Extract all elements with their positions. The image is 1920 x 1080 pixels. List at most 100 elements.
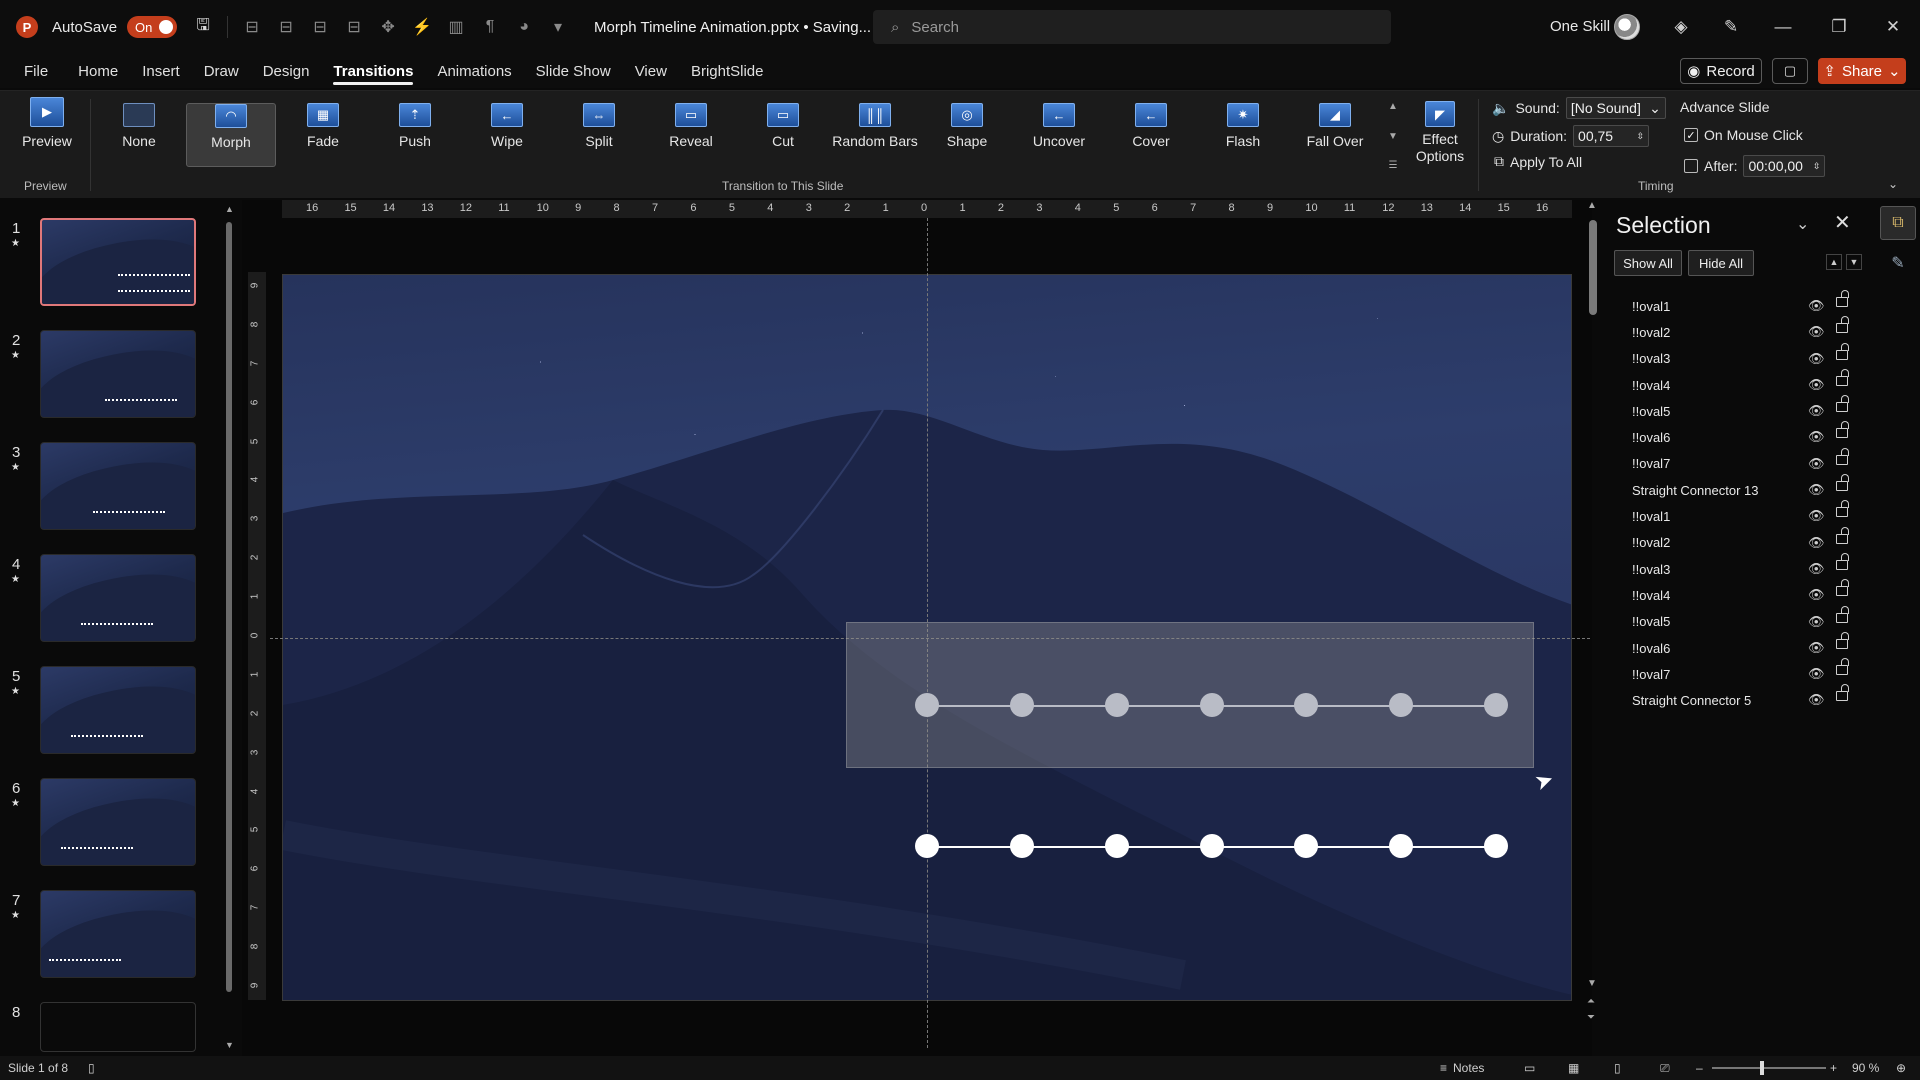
selected-timeline-dot[interactable] xyxy=(1199,693,1224,717)
tab-animations[interactable]: Animations xyxy=(437,54,511,88)
distribute-icon[interactable]: ⊟ xyxy=(344,17,364,37)
scrollbar-thumb[interactable] xyxy=(1589,220,1597,315)
lock-icon[interactable] xyxy=(1836,316,1849,334)
lock-icon[interactable] xyxy=(1836,290,1849,307)
lock-icon[interactable] xyxy=(1836,605,1849,623)
show-all-button[interactable]: Show All xyxy=(1614,250,1682,276)
selection-item[interactable]: !!oval3 👁 xyxy=(1632,342,1862,372)
slide-preview[interactable] xyxy=(40,778,196,866)
tab-draw[interactable]: Draw xyxy=(204,54,239,88)
slide-thumbnail-3[interactable]: 3 ★ xyxy=(0,442,220,542)
transition-flash[interactable]: ✷ Flash xyxy=(1198,103,1288,167)
selection-item[interactable]: !!oval3 👁 xyxy=(1632,552,1862,582)
visibility-eye-icon[interactable]: 👁 xyxy=(1808,482,1825,498)
save-icon[interactable]: 🖫 xyxy=(193,17,213,37)
selected-timeline-dot[interactable] xyxy=(1389,693,1414,717)
slide-preview[interactable] xyxy=(40,330,196,418)
scroll-up-icon[interactable]: ▲ xyxy=(225,204,234,214)
zoom-slider-thumb[interactable] xyxy=(1760,1061,1764,1075)
visibility-eye-icon[interactable]: 👁 xyxy=(1808,298,1825,314)
lock-icon[interactable] xyxy=(1836,395,1849,413)
visibility-eye-icon[interactable]: 👁 xyxy=(1808,561,1825,577)
tab-slide-show[interactable]: Slide Show xyxy=(536,54,611,88)
selection-item[interactable]: !!oval2 👁 xyxy=(1632,526,1862,556)
normal-view-icon[interactable]: ▭ xyxy=(1524,1061,1535,1075)
chevron-down-icon[interactable]: ▼ xyxy=(1388,131,1398,142)
transition-random-bars[interactable]: ║║ Random Bars xyxy=(830,103,920,167)
customize-quick-access-icon[interactable]: ▾ xyxy=(548,17,568,37)
visibility-eye-icon[interactable]: 👁 xyxy=(1808,403,1825,419)
scroll-down-icon[interactable]: ▼ xyxy=(225,1040,234,1050)
transition-push[interactable]: ⇡ Push xyxy=(370,103,460,167)
timeline-dot[interactable] xyxy=(1484,834,1508,858)
tab-home[interactable]: Home xyxy=(78,54,118,88)
transition-fade[interactable]: ▦ Fade xyxy=(278,103,368,167)
slide-thumbnail-7[interactable]: 7 ★ xyxy=(0,890,220,990)
transition-none[interactable]: None xyxy=(94,103,184,167)
format-painter-icon[interactable]: ¶ xyxy=(480,17,500,37)
transition-cut[interactable]: ▭ Cut xyxy=(738,103,828,167)
selected-timeline-dot[interactable] xyxy=(1484,693,1508,717)
duration-input[interactable]: 00,75 ⇳ xyxy=(1573,125,1650,147)
search-box[interactable]: ⌕ Search xyxy=(873,10,1391,44)
lock-icon[interactable] xyxy=(1836,526,1849,544)
zoom-out-icon[interactable]: – xyxy=(1696,1061,1703,1075)
chevron-up-icon[interactable]: ▲ xyxy=(1388,101,1398,112)
slide-preview[interactable] xyxy=(40,442,196,530)
sound-dropdown[interactable]: [No Sound] ⌄ xyxy=(1565,97,1666,119)
tab-design[interactable]: Design xyxy=(263,54,310,88)
selection-item[interactable]: !!oval7 👁 xyxy=(1632,447,1862,477)
lock-icon[interactable] xyxy=(1836,421,1849,439)
effect-options-button[interactable]: ◤ Effect Options xyxy=(1408,101,1472,181)
hide-all-button[interactable]: Hide All xyxy=(1688,250,1754,276)
chart-icon[interactable]: ▥ xyxy=(446,17,466,37)
tab-view[interactable]: View xyxy=(635,54,667,88)
selection-highlight-box[interactable] xyxy=(846,622,1534,768)
shape-fill-icon[interactable]: ◕ xyxy=(514,17,534,37)
slide-thumbnail-2[interactable]: 2 ★ xyxy=(0,330,220,430)
previous-slide-icon[interactable]: ⏶ xyxy=(1587,996,1595,1007)
notes-button[interactable]: ≡ Notes xyxy=(1440,1061,1484,1075)
selection-item[interactable]: !!oval6 👁 xyxy=(1632,421,1862,450)
timeline-dot[interactable] xyxy=(1009,834,1034,858)
spinner-icon[interactable]: ⇳ xyxy=(1813,161,1821,172)
selection-item[interactable]: !!oval5 👁 xyxy=(1632,605,1862,635)
visibility-eye-icon[interactable]: 👁 xyxy=(1808,587,1825,603)
slide-thumbnail-4[interactable]: 4 ★ xyxy=(0,554,220,654)
visibility-eye-icon[interactable]: 👁 xyxy=(1808,456,1825,472)
close-pane-icon[interactable]: ✕ xyxy=(1834,210,1851,235)
transition-uncover[interactable]: ← Uncover xyxy=(1014,103,1104,167)
slide-thumbnail-6[interactable]: 6 ★ xyxy=(0,778,220,878)
document-title[interactable]: Morph Timeline Animation.pptx • Saving..… xyxy=(594,18,892,37)
timeline-dot[interactable] xyxy=(1199,834,1224,858)
accessibility-icon[interactable]: ▯ xyxy=(88,1061,95,1075)
after-input[interactable]: 00:00,00 ⇳ xyxy=(1743,155,1826,177)
slide-preview[interactable] xyxy=(40,890,196,978)
lock-icon[interactable] xyxy=(1836,447,1849,465)
lock-icon[interactable] xyxy=(1836,631,1849,649)
spinner-icon[interactable]: ⇳ xyxy=(1636,131,1644,142)
user-name[interactable]: One Skill xyxy=(1550,18,1610,35)
transition-morph[interactable]: ◠ Morph xyxy=(186,103,276,167)
tab-brightslide[interactable]: BrightSlide xyxy=(691,54,764,88)
visibility-eye-icon[interactable]: 👁 xyxy=(1808,429,1825,445)
thumbnails-scrollbar[interactable]: ▲ ▼ xyxy=(225,204,234,1050)
slide-preview[interactable] xyxy=(40,554,196,642)
visibility-eye-icon[interactable]: 👁 xyxy=(1808,535,1825,551)
timeline-dot[interactable] xyxy=(1104,834,1129,858)
transition-shape[interactable]: ◎ Shape xyxy=(922,103,1012,167)
close-window-icon[interactable]: ✕ xyxy=(1882,16,1904,38)
slide-preview[interactable] xyxy=(40,666,196,754)
align-center-icon[interactable]: ⊟ xyxy=(276,17,296,37)
transition-cover[interactable]: ← Cover xyxy=(1106,103,1196,167)
selection-item[interactable]: !!oval6 👁 xyxy=(1632,631,1862,661)
selection-item[interactable]: Straight Connector 5 👁 xyxy=(1632,684,1862,713)
slide-sorter-icon[interactable]: ▦ xyxy=(1568,1061,1579,1075)
selected-timeline-dot[interactable] xyxy=(1104,693,1129,717)
shape-effects-icon[interactable]: ⚡ xyxy=(412,17,432,37)
canvas-scrollbar[interactable]: ▲ ▼ ⏶ ⏷ xyxy=(1586,200,1600,1030)
lock-icon[interactable] xyxy=(1836,474,1849,492)
selection-pane-toggle-icon[interactable]: ⧉ xyxy=(1880,206,1916,240)
slide-preview[interactable] xyxy=(40,218,196,306)
diamond-icon[interactable]: ◈ xyxy=(1670,16,1692,38)
